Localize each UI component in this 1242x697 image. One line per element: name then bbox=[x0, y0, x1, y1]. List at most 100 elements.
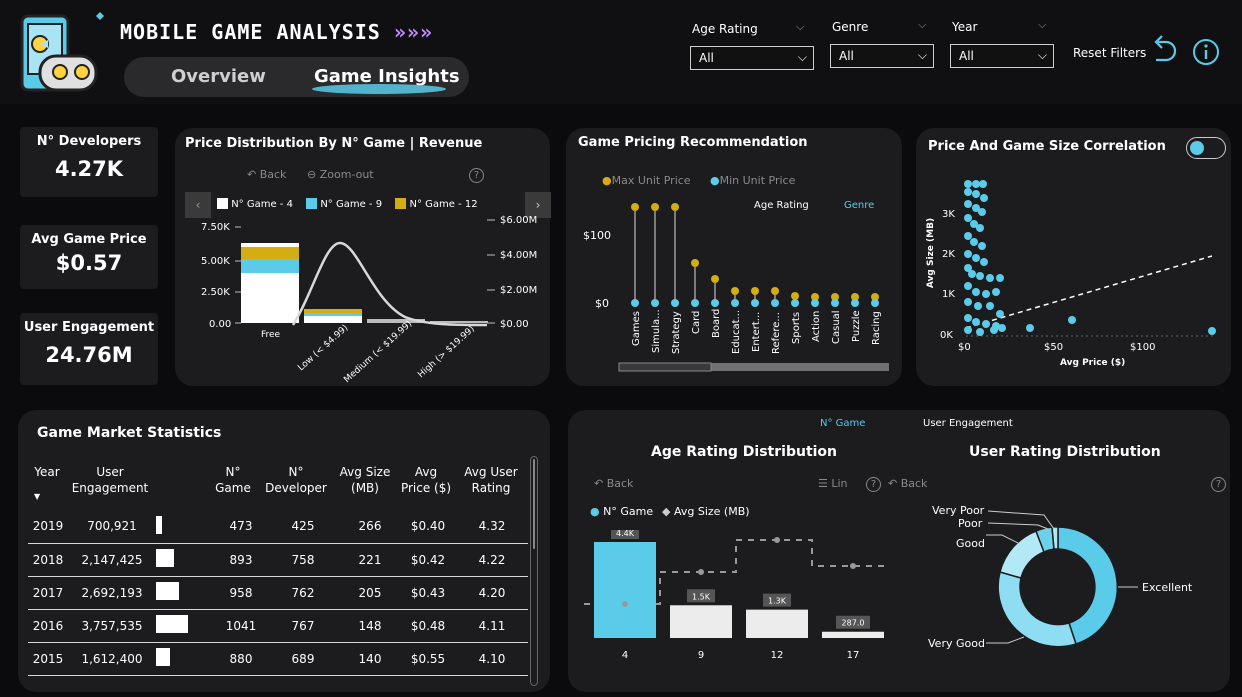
legend-item[interactable]: N° Game - 9 bbox=[306, 198, 382, 210]
age-rating-title: Age Rating Distribution bbox=[651, 444, 838, 460]
toggle-switch[interactable] bbox=[1186, 137, 1226, 159]
sort-desc-icon[interactable]: ▼ bbox=[34, 492, 40, 501]
back-button[interactable]: ↶ Back bbox=[594, 477, 633, 490]
year-chevron-icon[interactable]: ⌵ bbox=[1038, 18, 1046, 32]
pricing-lollipop-chart: Games Simula... Strategy Card Board Educ… bbox=[618, 203, 889, 372]
engagement-bar bbox=[156, 510, 216, 544]
age-bar-12[interactable] bbox=[746, 609, 808, 638]
col-header-developers[interactable]: N° Developer bbox=[260, 464, 332, 496]
legend-item[interactable]: N° Game - 12 bbox=[395, 198, 478, 210]
legend-min: ●Min Unit Price bbox=[710, 174, 795, 187]
avg-size-point[interactable] bbox=[850, 563, 856, 569]
cell-year: 2015 bbox=[28, 642, 68, 676]
genre-label: Genre bbox=[832, 20, 869, 34]
age-bar-9[interactable] bbox=[670, 605, 732, 638]
panel-title: Price And Game Size Correlation bbox=[928, 139, 1166, 154]
active-tab-indicator bbox=[312, 84, 446, 94]
table-row[interactable]: 2018 2,147,425 893 758 221 $0.42 4.22 bbox=[28, 543, 528, 577]
cell-price: $0.42 bbox=[400, 543, 456, 577]
cell-price: $0.40 bbox=[400, 510, 456, 544]
toggle-user-engagement[interactable]: User Engagement bbox=[923, 418, 1013, 429]
help-icon[interactable]: ? bbox=[1211, 477, 1226, 492]
legend-swatch bbox=[395, 198, 407, 209]
col-header-rating[interactable]: Avg User Rating bbox=[460, 464, 522, 496]
lollipops[interactable] bbox=[631, 203, 879, 307]
legend-label: Avg Size (MB) bbox=[673, 505, 750, 518]
year-dropdown[interactable]: All ⌵ bbox=[950, 44, 1054, 68]
back-button[interactable]: ↶ Back bbox=[247, 168, 286, 181]
legend-item[interactable]: N° Game - 4 bbox=[217, 198, 293, 210]
kpi-developers: N° Developers 4.27K bbox=[20, 127, 158, 197]
zoom-out-button[interactable]: ⊖ Zoom-out bbox=[307, 168, 374, 181]
data-label: 4.4K bbox=[616, 530, 635, 538]
back-arrow-icon: ↶ bbox=[247, 168, 257, 181]
y-tick: 7.50K bbox=[201, 222, 230, 233]
avg-size-point[interactable] bbox=[622, 601, 628, 607]
age-bar-17[interactable] bbox=[822, 631, 884, 638]
scatter-points[interactable] bbox=[964, 180, 1216, 336]
zoom-out-label: Zoom-out bbox=[319, 168, 374, 181]
table-row[interactable]: 2016 3,757,535 1041 767 148 $0.48 4.11 bbox=[28, 609, 528, 643]
age-bar-4[interactable] bbox=[594, 542, 656, 638]
genre-chevron-icon[interactable]: ⌵ bbox=[918, 18, 926, 32]
col-header-engagement[interactable]: User Engagement bbox=[70, 464, 150, 496]
scrollbar-thumb[interactable] bbox=[618, 362, 712, 372]
x-tick: $100 bbox=[1130, 342, 1156, 353]
x-tick: Simula... bbox=[651, 309, 662, 353]
y2-tick: $0.00 bbox=[500, 319, 529, 330]
x-tick: Strategy bbox=[671, 311, 682, 354]
table-row[interactable]: 2015 1,612,400 880 689 140 $0.55 4.10 bbox=[28, 642, 528, 676]
cell-rating: 4.32 bbox=[456, 510, 528, 544]
lin-button[interactable]: ☰ Lin bbox=[818, 477, 848, 490]
x-tick: Refere... bbox=[771, 312, 782, 354]
col-header-year[interactable]: Year bbox=[28, 464, 66, 480]
market-table: 2019 700,921 473 425 266 $0.40 4.32 2018… bbox=[28, 510, 528, 676]
genre-dropdown[interactable]: All ⌵ bbox=[830, 44, 934, 68]
cell-engagement: 700,921 bbox=[68, 510, 156, 544]
x-tick: Card bbox=[691, 311, 702, 334]
x-tick: Sports bbox=[791, 312, 802, 344]
info-icon[interactable] bbox=[1192, 38, 1220, 70]
help-icon[interactable]: ? bbox=[866, 477, 881, 492]
chevron-down-icon: ⌵ bbox=[1037, 48, 1047, 62]
vertical-scrollbar[interactable] bbox=[530, 456, 538, 686]
col-header-price[interactable]: Avg Price ($) bbox=[400, 464, 452, 496]
legend-label: N° Game bbox=[603, 505, 654, 518]
x-tick: Educat... bbox=[731, 310, 742, 354]
back-button[interactable]: ↶ Back bbox=[888, 477, 927, 490]
age-rating-chevron-icon[interactable]: ⌵ bbox=[796, 20, 804, 34]
age-rating-dropdown[interactable]: All ⌵ bbox=[690, 46, 814, 70]
cell-devs: 762 bbox=[266, 576, 340, 610]
app-title: MOBILE GAME ANALYSIS »»» bbox=[120, 20, 433, 44]
col-header-games[interactable]: N° Game bbox=[208, 464, 258, 496]
cell-rating: 4.22 bbox=[456, 543, 528, 577]
legend-dot: ◆ bbox=[662, 505, 671, 518]
label-very-poor: Very Poor bbox=[932, 504, 985, 517]
y-tick: 5.00K bbox=[201, 256, 230, 267]
table-row[interactable]: 2019 700,921 473 425 266 $0.40 4.32 bbox=[28, 510, 528, 544]
reset-icon[interactable] bbox=[1150, 34, 1177, 68]
year-value: All bbox=[959, 49, 974, 63]
cell-devs: 767 bbox=[266, 609, 340, 643]
cell-devs: 689 bbox=[266, 642, 340, 676]
kpi-label: User Engagement bbox=[23, 320, 155, 335]
col-header-size[interactable]: Avg Size (MB) bbox=[336, 464, 394, 496]
toggle-n-game[interactable]: N° Game bbox=[820, 418, 865, 429]
reset-filters-button[interactable]: Reset Filters bbox=[1073, 46, 1146, 60]
cell-games: 893 bbox=[216, 543, 266, 577]
y2-tick: $2.00M bbox=[500, 285, 537, 296]
table-row[interactable]: 2017 2,692,193 958 762 205 $0.43 4.20 bbox=[28, 576, 528, 610]
help-icon[interactable]: ? bbox=[469, 168, 484, 183]
avg-size-point[interactable] bbox=[698, 569, 704, 575]
legend-dot: ● bbox=[602, 174, 612, 187]
bar-low[interactable] bbox=[304, 309, 362, 323]
engagement-bar bbox=[156, 576, 216, 610]
legend-label: Max Unit Price bbox=[611, 174, 691, 187]
scrollbar-thumb[interactable] bbox=[533, 459, 535, 549]
avg-size-point[interactable] bbox=[774, 537, 780, 543]
cell-games: 958 bbox=[216, 576, 266, 610]
tab-overview[interactable]: Overview bbox=[171, 66, 266, 87]
bar-free[interactable] bbox=[241, 243, 299, 323]
cell-price: $0.55 bbox=[400, 642, 456, 676]
back-arrow-icon: ↶ bbox=[888, 477, 898, 490]
